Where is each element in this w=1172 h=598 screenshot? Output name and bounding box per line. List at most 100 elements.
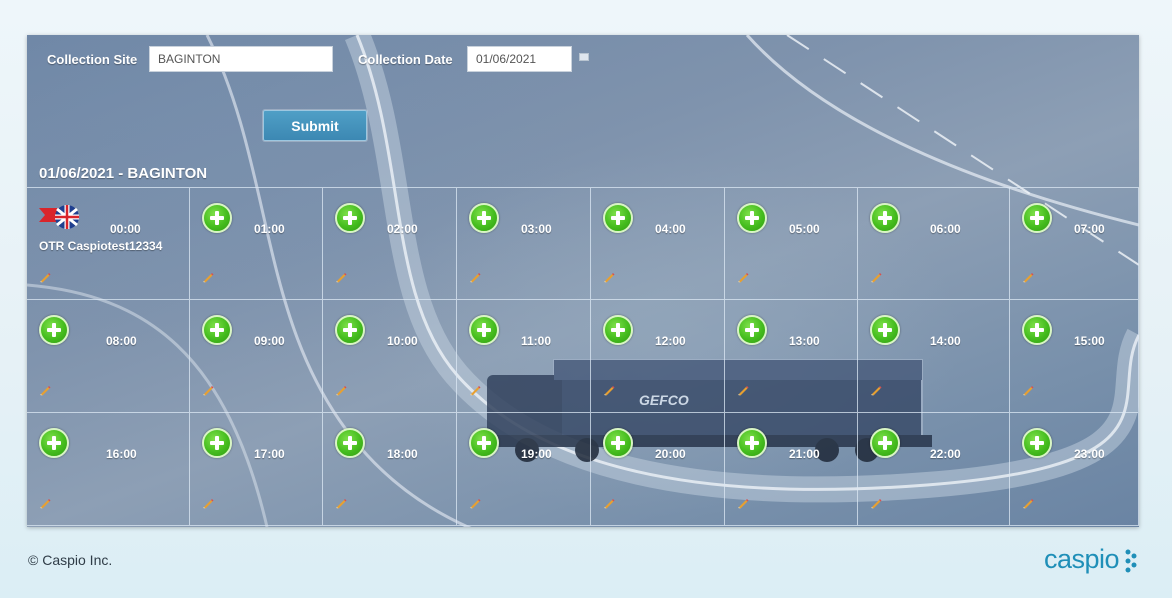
collection-date-label: Collection Date [358,52,453,67]
slot-time: 09:00 [254,334,285,348]
slot-time: 16:00 [106,447,137,461]
slot-cell-15: 15:00 [1010,300,1139,413]
slot-time: 15:00 [1074,334,1105,348]
slot-cell-14: 14:00 [858,300,1010,413]
logo-text: caspio [1044,544,1120,574]
pencil-icon[interactable] [737,271,749,283]
pencil-icon[interactable] [335,271,347,283]
slot-time: 22:00 [930,447,961,461]
add-booking-icon[interactable] [202,428,232,458]
add-booking-icon[interactable] [335,203,365,233]
add-booking-icon[interactable] [202,203,232,233]
slot-time: 14:00 [930,334,961,348]
pencil-icon[interactable] [39,384,51,396]
slot-time: 00:00 [110,222,141,236]
pencil-icon[interactable] [603,497,615,509]
time-slot-grid: 00:00 OTR Caspiotest12334 01:00 02:00 03… [27,187,1139,526]
pencil-icon[interactable] [202,384,214,396]
caspio-logo: caspio [1044,544,1138,580]
pencil-icon[interactable] [870,271,882,283]
add-booking-icon[interactable] [737,428,767,458]
add-booking-icon[interactable] [202,315,232,345]
pencil-icon[interactable] [335,384,347,396]
pencil-icon[interactable] [870,497,882,509]
add-booking-icon[interactable] [469,315,499,345]
pencil-icon[interactable] [603,384,615,396]
add-booking-icon[interactable] [603,315,633,345]
slot-cell-18: 18:00 [323,413,457,526]
collection-site-input[interactable] [149,46,333,72]
add-booking-icon[interactable] [469,203,499,233]
slot-cell-07: 07:00 [1010,187,1139,300]
booking-label[interactable]: OTR Caspiotest12334 [39,239,162,253]
collection-form: Collection Site Collection Date [27,45,1139,73]
slot-time: 21:00 [789,447,820,461]
add-booking-icon[interactable] [603,428,633,458]
slot-cell-03: 03:00 [457,187,591,300]
pencil-icon[interactable] [737,384,749,396]
pencil-icon[interactable] [603,271,615,283]
add-booking-icon[interactable] [870,315,900,345]
slot-cell-20: 20:00 [591,413,725,526]
pencil-icon[interactable] [1022,271,1034,283]
add-booking-icon[interactable] [39,315,69,345]
slot-time: 23:00 [1074,447,1105,461]
pencil-icon[interactable] [870,384,882,396]
slot-cell-05: 05:00 [725,187,858,300]
add-booking-icon[interactable] [603,203,633,233]
slot-time: 11:00 [521,334,552,348]
add-booking-icon[interactable] [469,428,499,458]
pencil-icon[interactable] [202,497,214,509]
slot-cell-22: 22:00 [858,413,1010,526]
add-booking-icon[interactable] [335,315,365,345]
pencil-icon[interactable] [469,271,481,283]
add-booking-icon[interactable] [1022,203,1052,233]
slot-time: 08:00 [106,334,137,348]
collection-site-label: Collection Site [47,52,138,67]
add-booking-icon[interactable] [39,428,69,458]
slot-time: 19:00 [521,447,552,461]
slot-time: 06:00 [930,222,961,236]
pencil-icon[interactable] [469,497,481,509]
slot-cell-01: 01:00 [190,187,323,300]
pencil-icon[interactable] [39,497,51,509]
slot-cell-00: 00:00 OTR Caspiotest12334 [27,187,190,300]
add-booking-icon[interactable] [1022,428,1052,458]
slot-cell-02: 02:00 [323,187,457,300]
slot-cell-17: 17:00 [190,413,323,526]
copyright-text: © Caspio Inc. [28,552,113,568]
add-booking-icon[interactable] [870,203,900,233]
slot-time: 03:00 [521,222,552,236]
slot-cell-08: 08:00 [27,300,190,413]
slot-time: 20:00 [655,447,686,461]
pencil-icon[interactable] [202,271,214,283]
slot-time: 01:00 [254,222,285,236]
calendar-icon[interactable] [579,53,589,61]
slot-time: 07:00 [1074,222,1105,236]
slot-time: 02:00 [387,222,418,236]
submit-button[interactable]: Submit [263,110,367,141]
add-booking-icon[interactable] [870,428,900,458]
slot-cell-04: 04:00 [591,187,725,300]
slot-cell-21: 21:00 [725,413,858,526]
pencil-icon[interactable] [737,497,749,509]
collection-date-input[interactable] [467,46,572,72]
add-booking-icon[interactable] [1022,315,1052,345]
slot-time: 13:00 [789,334,820,348]
pencil-icon[interactable] [335,497,347,509]
add-booking-icon[interactable] [335,428,365,458]
add-booking-icon[interactable] [737,203,767,233]
slot-cell-11: 11:00 [457,300,591,413]
add-booking-icon[interactable] [737,315,767,345]
slot-cell-10: 10:00 [323,300,457,413]
pencil-icon[interactable] [39,271,51,283]
pencil-icon[interactable] [469,384,481,396]
slot-time: 17:00 [254,447,285,461]
pencil-icon[interactable] [1022,384,1034,396]
pencil-icon[interactable] [1022,497,1034,509]
scheduler-panel: GEFCO Collection Site Collection Date Su… [27,35,1139,527]
slot-time: 10:00 [387,334,418,348]
slot-time: 12:00 [655,334,686,348]
schedule-title: 01/06/2021 - BAGINTON [39,165,208,182]
slot-cell-23: 23:00 [1010,413,1139,526]
